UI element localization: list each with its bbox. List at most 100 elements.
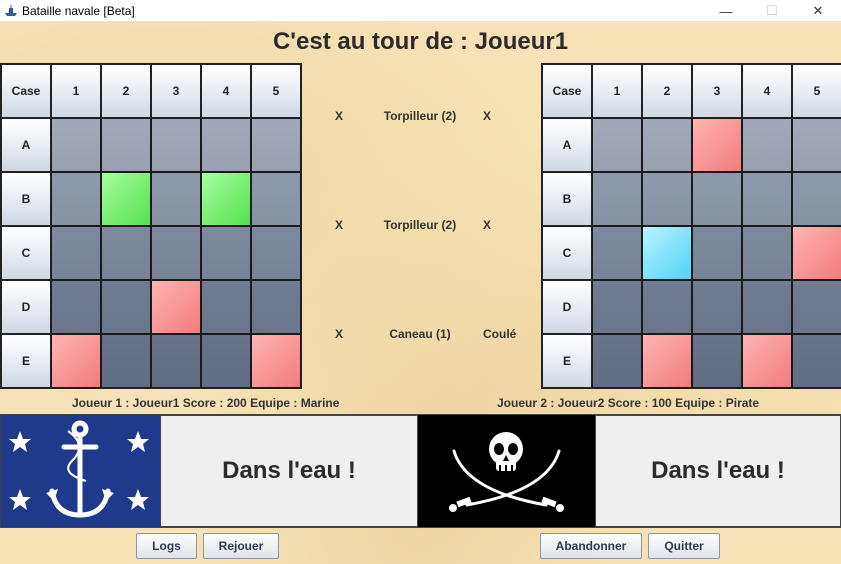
grid-cell-e3[interactable]: [151, 334, 201, 388]
anchor-stars-icon: [0, 415, 160, 527]
grid-cell-a5[interactable]: [251, 118, 301, 172]
grid-cell-d3[interactable]: [151, 280, 201, 334]
grid-col-header: 3: [692, 64, 742, 118]
grid-cell-c2[interactable]: [642, 226, 692, 280]
grid-col-header: 1: [592, 64, 642, 118]
player2-info: Joueur 2 : Joueur2 Score : 100 Equipe : …: [497, 396, 760, 410]
ship-right-mark: Coulé: [483, 327, 517, 341]
grid-cell-a4[interactable]: [201, 118, 251, 172]
turn-title: C'est au tour de : Joueur1: [272, 28, 569, 55]
ship-name: Torpilleur (2): [383, 109, 457, 123]
maximize-button[interactable]: ☐: [749, 0, 795, 22]
grid-row-header: A: [542, 118, 592, 172]
grid-cell-c4[interactable]: [201, 226, 251, 280]
grid-cell-c1[interactable]: [51, 226, 101, 280]
grid-cell-a3[interactable]: [692, 118, 742, 172]
grid-col-header: 4: [201, 64, 251, 118]
grid-cell-b3[interactable]: [692, 172, 742, 226]
grid-col-header: 1: [51, 64, 101, 118]
player1-info: Joueur 1 : Joueur1 Score : 200 Equipe : …: [72, 396, 340, 410]
grid-cell-d4[interactable]: [201, 280, 251, 334]
marine-flag: [0, 415, 160, 527]
skull-crossed-swords-icon: [418, 415, 595, 527]
grid-row-header: A: [1, 118, 51, 172]
grid-col-header: 5: [251, 64, 301, 118]
grid-cell-d3[interactable]: [692, 280, 742, 334]
player2-grid: Case 1 2 3 4 5 A B C D E: [541, 63, 841, 389]
grid-cell-e5[interactable]: [792, 334, 841, 388]
grid-cell-c2[interactable]: [101, 226, 151, 280]
grid-cell-b3[interactable]: [151, 172, 201, 226]
window-titlebar: Bataille navale [Beta] — ☐ ✕: [0, 0, 841, 22]
grid-cell-a1[interactable]: [51, 118, 101, 172]
grid-row-header: C: [542, 226, 592, 280]
minimize-button[interactable]: —: [703, 0, 749, 22]
replay-button[interactable]: Rejouer: [203, 533, 279, 559]
ship-name: Torpilleur (2): [383, 218, 457, 232]
ship-right-mark: X: [483, 109, 492, 123]
grid-cell-b4[interactable]: [201, 172, 251, 226]
grid-row-header: D: [1, 280, 51, 334]
grid-cell-a4[interactable]: [742, 118, 792, 172]
grid-cell-c1[interactable]: [592, 226, 642, 280]
grid-cell-c3[interactable]: [151, 226, 201, 280]
grid-cell-b1[interactable]: [592, 172, 642, 226]
ship-row: X Torpilleur (2) X: [300, 109, 540, 125]
ship-name: Caneau (1): [389, 327, 451, 341]
grid-col-header: 2: [101, 64, 151, 118]
grid-row-header: B: [1, 172, 51, 226]
abandon-button[interactable]: Abandonner: [540, 533, 642, 559]
grid-cell-c5[interactable]: [792, 226, 841, 280]
grid-cell-c4[interactable]: [742, 226, 792, 280]
grid-cell-b5[interactable]: [792, 172, 841, 226]
grid-cell-b1[interactable]: [51, 172, 101, 226]
grid-row-header: B: [542, 172, 592, 226]
ship-right-mark: X: [483, 218, 492, 232]
grid-cell-e2[interactable]: [642, 334, 692, 388]
grid-cell-b5[interactable]: [251, 172, 301, 226]
grid-col-header: 4: [742, 64, 792, 118]
quit-button[interactable]: Quitter: [648, 533, 720, 559]
grid-cell-d4[interactable]: [742, 280, 792, 334]
grid-cell-c3[interactable]: [692, 226, 742, 280]
grid-cell-d1[interactable]: [51, 280, 101, 334]
grid-cell-e4[interactable]: [742, 334, 792, 388]
close-button[interactable]: ✕: [795, 0, 841, 22]
grid-cell-e1[interactable]: [51, 334, 101, 388]
grid-corner-label: Case: [542, 64, 592, 118]
ship-row: X Torpilleur (2) X: [300, 218, 540, 234]
grid-cell-e4[interactable]: [201, 334, 251, 388]
grid-cell-a3[interactable]: [151, 118, 201, 172]
logs-button[interactable]: Logs: [136, 533, 197, 559]
grid-cell-d5[interactable]: [792, 280, 841, 334]
ship-left-mark: X: [335, 109, 344, 123]
grid-corner-label: Case: [1, 64, 51, 118]
grid-col-header: 5: [792, 64, 841, 118]
grid-cell-a1[interactable]: [592, 118, 642, 172]
grid-row-header: E: [542, 334, 592, 388]
grid-cell-e3[interactable]: [692, 334, 742, 388]
grid-cell-e5[interactable]: [251, 334, 301, 388]
ship-app-icon: [5, 4, 17, 16]
grid-cell-a5[interactable]: [792, 118, 841, 172]
grid-cell-b2[interactable]: [642, 172, 692, 226]
grid-cell-d2[interactable]: [101, 280, 151, 334]
grid-cell-a2[interactable]: [101, 118, 151, 172]
ship-row: X Caneau (1) Coulé: [300, 327, 540, 343]
grid-cell-c5[interactable]: [251, 226, 301, 280]
grid-cell-e1[interactable]: [592, 334, 642, 388]
player1-message: Dans l'eau !: [160, 415, 418, 527]
grid-row-header: D: [542, 280, 592, 334]
pirate-flag: [418, 415, 595, 527]
grid-cell-a2[interactable]: [642, 118, 692, 172]
grid-cell-d5[interactable]: [251, 280, 301, 334]
grid-cell-b2[interactable]: [101, 172, 151, 226]
grid-cell-b4[interactable]: [742, 172, 792, 226]
grid-row-header: E: [1, 334, 51, 388]
grid-col-header: 2: [642, 64, 692, 118]
ship-list: X Torpilleur (2) X X Torpilleur (2) X X …: [300, 63, 540, 388]
grid-cell-e2[interactable]: [101, 334, 151, 388]
grid-col-header: 3: [151, 64, 201, 118]
grid-cell-d2[interactable]: [642, 280, 692, 334]
grid-cell-d1[interactable]: [592, 280, 642, 334]
